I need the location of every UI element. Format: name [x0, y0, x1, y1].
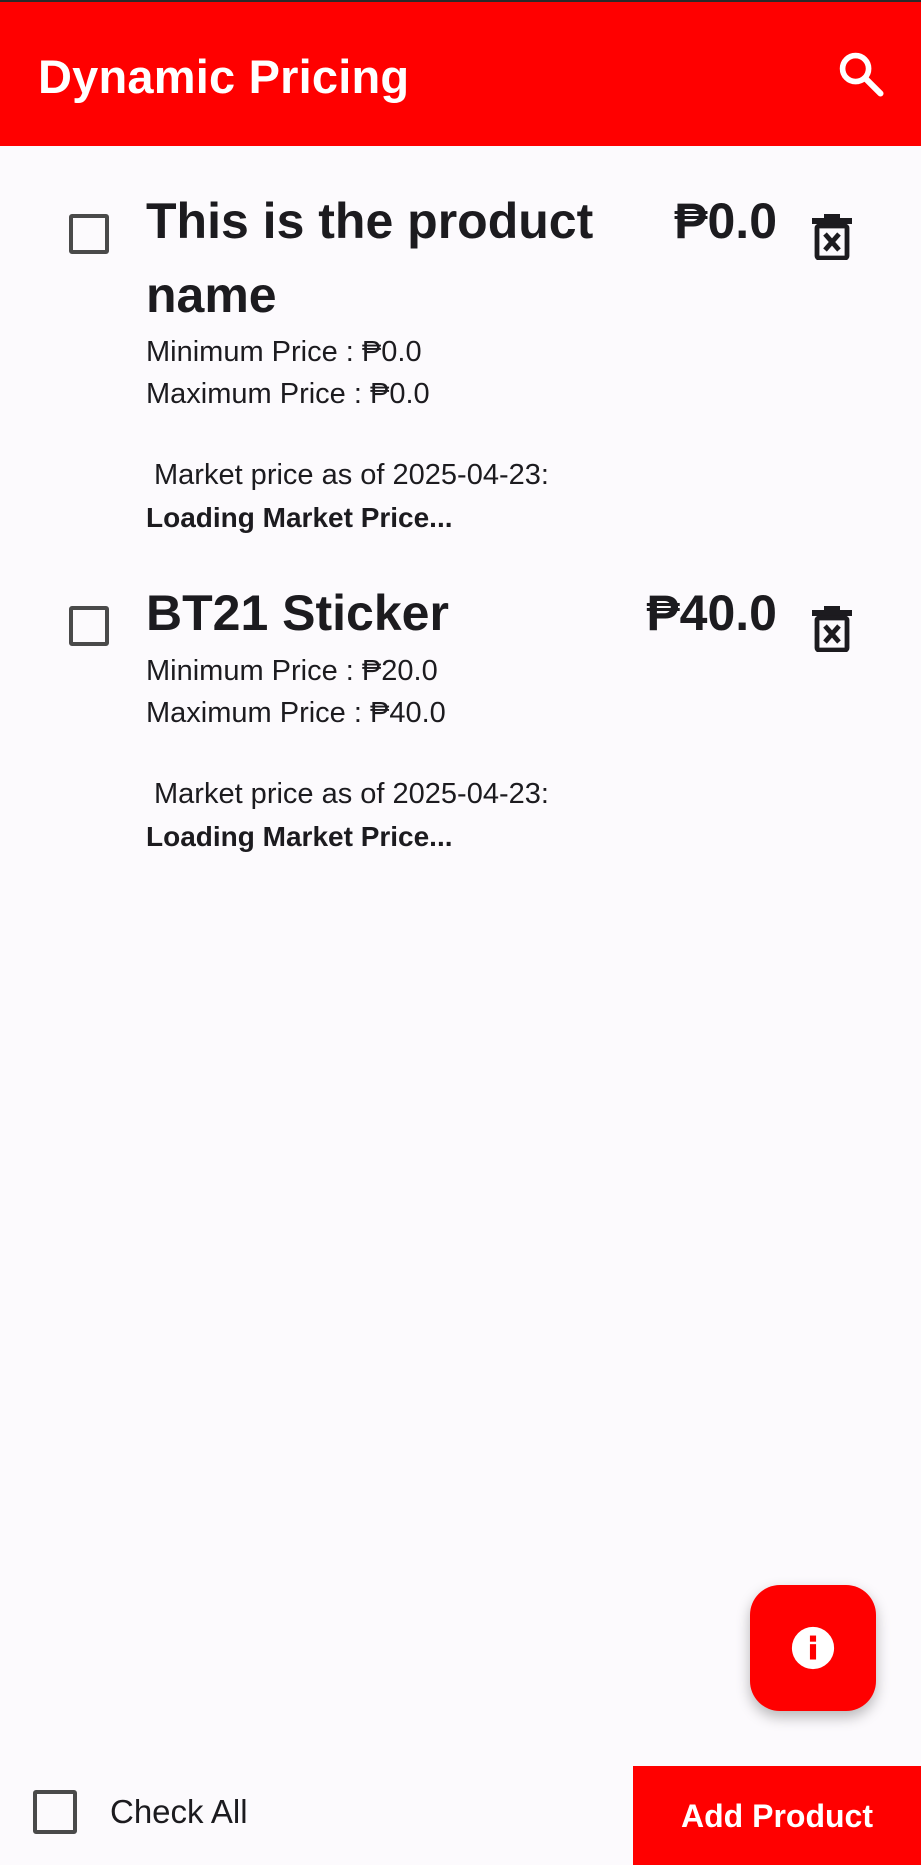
product-max-price: Maximum Price : ₱0.0 — [146, 378, 430, 410]
search-button[interactable] — [835, 48, 887, 100]
product-name: BT21 Sticker — [146, 585, 449, 641]
info-icon — [791, 1626, 835, 1670]
search-icon — [839, 52, 884, 97]
app-bar: Dynamic Pricing — [0, 0, 921, 146]
market-price-value: Loading Market Price... — [146, 821, 453, 852]
add-product-button[interactable]: Add Product — [633, 1766, 921, 1865]
product-checkbox[interactable] — [69, 606, 109, 646]
product-max-price: Maximum Price : ₱40.0 — [146, 697, 446, 729]
delete-icon — [812, 214, 852, 261]
delete-icon — [812, 606, 852, 653]
delete-button[interactable] — [810, 212, 854, 261]
product-min-price: Minimum Price : ₱20.0 — [146, 655, 438, 687]
product-min-price: Minimum Price : ₱0.0 — [146, 336, 422, 368]
product-checkbox[interactable] — [69, 214, 109, 254]
market-price-value: Loading Market Price... — [146, 502, 453, 533]
product-name: This is the product name — [146, 193, 594, 323]
delete-button[interactable] — [810, 604, 854, 653]
check-all-label: Check All — [110, 1793, 248, 1830]
product-price: ₱0.0 — [674, 193, 777, 249]
info-fab-button[interactable] — [750, 1585, 876, 1711]
market-price-label: Market price as of 2025-04-23: — [154, 459, 549, 491]
market-price-label: Market price as of 2025-04-23: — [154, 778, 549, 810]
check-all-checkbox[interactable] — [33, 1790, 77, 1834]
page-title: Dynamic Pricing — [38, 50, 410, 103]
app-screen: Dynamic Pricing This is the product name… — [0, 0, 921, 1865]
product-price: ₱40.0 — [646, 585, 777, 641]
